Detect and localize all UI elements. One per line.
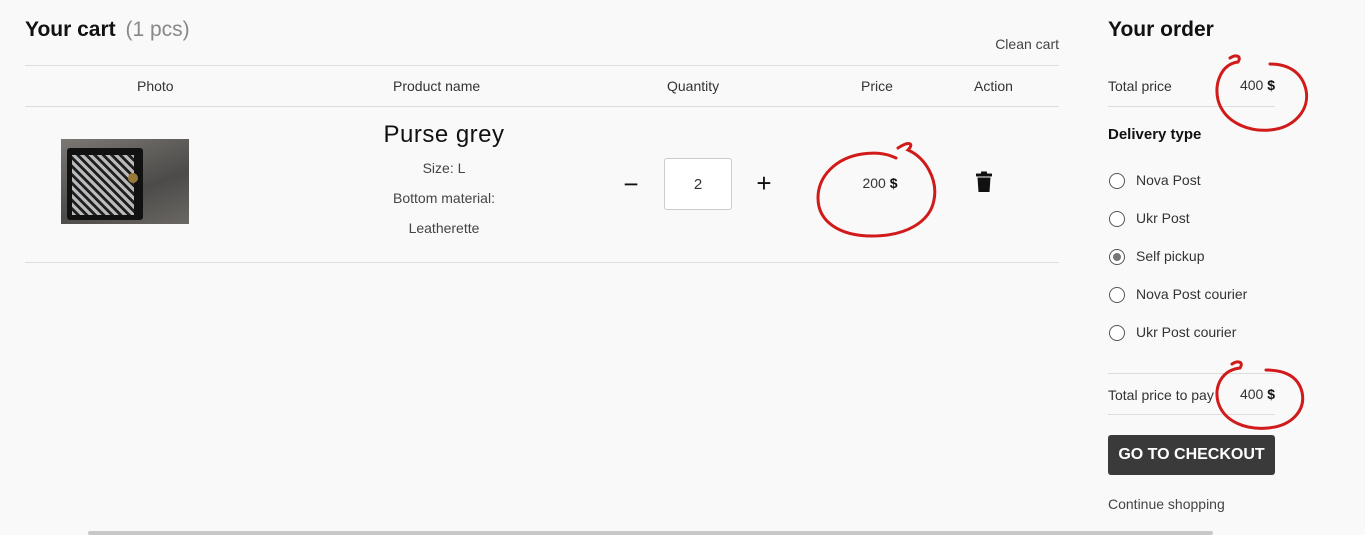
delivery-option-label: Self pickup (1136, 248, 1205, 264)
wallet-clasp (128, 173, 138, 183)
total-price-value: 400 (1239, 77, 1264, 93)
column-header-action: Action (974, 78, 1013, 94)
cart-table-header: Photo Product name Quantity Price Action (25, 65, 1059, 107)
horizontal-scrollbar[interactable] (88, 531, 1213, 535)
delivery-type-title: Delivery type (1108, 126, 1202, 143)
delivery-option-ukr-post-courier[interactable]: Ukr Post courier (1108, 322, 1308, 344)
radio-button-selected[interactable] (1109, 249, 1125, 265)
product-photo[interactable] (61, 139, 189, 224)
column-header-photo: Photo (137, 78, 174, 94)
total-price-row: Total price 400 $ (1108, 65, 1275, 107)
column-header-quantity: Quantity (667, 78, 720, 94)
cart-title-text: Your cart (25, 18, 116, 41)
item-price-value: 200 (862, 175, 886, 191)
cart-item-row: Purse grey Size: L Bottom material: Leat… (25, 107, 1059, 263)
total-price-amount: 400 $ (1240, 77, 1275, 93)
column-header-price: Price (861, 78, 893, 94)
quantity-input[interactable] (664, 158, 732, 210)
product-material-value: Leatherette (408, 220, 480, 236)
total-to-pay-currency: $ (1267, 386, 1275, 402)
radio-button[interactable] (1109, 287, 1125, 303)
total-to-pay-value: 400 (1239, 386, 1264, 402)
continue-shopping-link[interactable]: Continue shopping (1108, 496, 1225, 512)
trash-icon (976, 171, 992, 192)
delivery-option-label: Nova Post courier (1136, 286, 1248, 302)
radio-button[interactable] (1109, 325, 1125, 341)
total-to-pay-label: Total price to pay (1108, 387, 1214, 403)
delete-item-button[interactable] (975, 171, 993, 193)
order-title: Your order (1108, 18, 1214, 41)
delivery-option-nova-post-courier[interactable]: Nova Post courier (1108, 284, 1308, 306)
delivery-option-label: Nova Post (1136, 172, 1201, 188)
delivery-option-label: Ukr Post courier (1136, 324, 1237, 340)
total-to-pay-amount: 400 $ (1240, 386, 1275, 402)
quantity-decrease-button[interactable]: − (617, 171, 645, 197)
wallet-pattern (72, 155, 134, 215)
column-header-product-name: Product name (393, 78, 481, 94)
product-info: Purse grey Size: L Bottom material: Leat… (325, 121, 563, 243)
item-price-currency: $ (889, 175, 898, 191)
total-price-label: Total price (1108, 78, 1172, 94)
radio-button[interactable] (1109, 211, 1125, 227)
delivery-option-ukr-post[interactable]: Ukr Post (1108, 208, 1308, 230)
go-to-checkout-button[interactable]: GO TO CHECKOUT (1108, 435, 1275, 475)
product-name[interactable]: Purse grey (325, 121, 563, 149)
product-material-label: Bottom material: (393, 190, 495, 206)
delivery-option-nova-post[interactable]: Nova Post (1108, 170, 1308, 192)
delivery-option-self-pickup[interactable]: Self pickup (1108, 246, 1308, 268)
total-to-pay-row: Total price to pay 400 $ (1108, 373, 1275, 415)
product-size: Size: L (422, 160, 466, 176)
cart-title: Your cart (1 pcs) (25, 18, 190, 42)
delivery-option-label: Ukr Post (1136, 210, 1190, 226)
clean-cart-link[interactable]: Clean cart (995, 36, 1059, 52)
quantity-increase-button[interactable]: + (750, 170, 778, 197)
cart-item-count: (1 pcs) (125, 18, 190, 41)
item-price: 200 $ (845, 175, 915, 191)
total-price-currency: $ (1267, 77, 1275, 93)
radio-button[interactable] (1109, 173, 1125, 189)
